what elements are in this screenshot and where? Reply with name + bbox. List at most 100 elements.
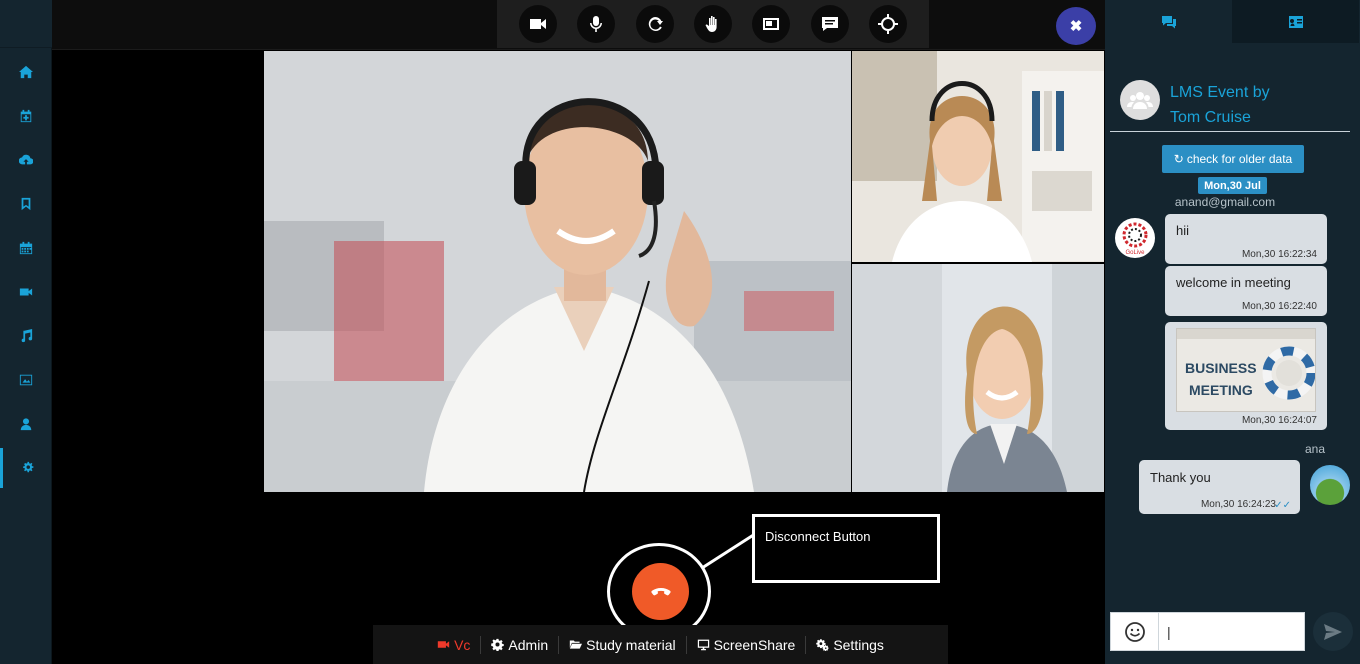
tab-participants[interactable] (1232, 0, 1359, 43)
group-users-icon (1127, 92, 1153, 109)
bottom-tab-admin[interactable]: Admin (481, 635, 560, 654)
raise-hand-icon (705, 16, 717, 32)
sidebar-item-image[interactable] (0, 360, 52, 400)
video-icon (19, 288, 33, 296)
avatar (1310, 465, 1350, 505)
send-icon (1324, 623, 1342, 640)
emoji-button[interactable] (1111, 613, 1159, 650)
sidebar-item-bookmark[interactable] (0, 184, 52, 224)
participant-video-tile-2[interactable] (852, 264, 1104, 492)
participant-video-woman-headset (852, 51, 1104, 262)
send-button[interactable] (1313, 612, 1353, 651)
golive-logo-text: GoLive (1125, 250, 1145, 256)
message-text: hii (1176, 223, 1190, 238)
chat-title: LMS Event by Tom Cruise (1170, 80, 1340, 130)
picture-in-picture-icon (763, 18, 780, 30)
sender-email: anand@gmail.com (1174, 195, 1276, 209)
bottom-tab-screenshare[interactable]: ScreenShare (687, 635, 807, 654)
disconnect-button[interactable] (632, 563, 689, 620)
cogs-icon (22, 461, 33, 473)
chat-message-icon (821, 17, 838, 31)
sidebar-item-music[interactable] (0, 316, 52, 356)
cogs-icon (816, 639, 829, 651)
refresh-icon: ↻ (1173, 152, 1184, 166)
bottom-tab-settings[interactable]: Settings (806, 636, 894, 654)
bottom-tab-study-material-label: Study material (586, 636, 676, 653)
chat-tabs (1105, 0, 1360, 43)
bottom-tab-screenshare-label: ScreenShare (713, 636, 796, 653)
image-icon (19, 374, 33, 386)
close-button[interactable]: ✖ (1056, 7, 1096, 45)
bookmark-icon (21, 197, 31, 211)
participant-video-tile-1[interactable] (852, 51, 1104, 262)
monitor-icon (697, 639, 709, 651)
read-receipt-icon: ✓✓ (1274, 500, 1291, 511)
disconnect-callout-label: Disconnect Button (752, 514, 940, 583)
date-separator: Mon,30 Jul (1198, 177, 1267, 194)
calendar-plus-icon (20, 109, 32, 123)
message-text: Thank you (1150, 470, 1211, 485)
bottom-tab-study-material[interactable]: Study material (559, 635, 687, 654)
music-icon (21, 329, 33, 343)
focus-button[interactable] (868, 5, 907, 43)
message-timestamp: Mon,30 16:22:34 (1241, 249, 1317, 260)
smiley-icon (1124, 621, 1145, 642)
contact-card-icon (1288, 15, 1303, 28)
chat-title-line-1: LMS Event by (1170, 84, 1270, 101)
message-input[interactable] (1167, 621, 1297, 643)
video-camera-icon (530, 19, 547, 29)
group-avatar (1120, 80, 1160, 120)
sender-name: ana (1305, 442, 1326, 456)
golive-logo: GoLive (1122, 222, 1148, 256)
sidebar-item-home[interactable] (0, 52, 52, 92)
chat-bubbles-icon (1161, 15, 1176, 28)
message-text: welcome in meeting (1176, 275, 1291, 290)
sidebar-item-calendar-plus[interactable] (0, 96, 52, 136)
chat-image-message[interactable]: BUSINESS MEETING Mon,30 16:24:07 (1165, 322, 1327, 430)
sidebar-item-upload[interactable] (0, 140, 52, 180)
sidebar-item-video[interactable] (0, 272, 52, 312)
chat-title-line-2: Tom Cruise (1170, 109, 1251, 126)
cloud-upload-icon (19, 154, 33, 165)
shared-image[interactable]: BUSINESS MEETING (1176, 328, 1316, 412)
message-timestamp: Mon,30 16:22:40 (1241, 301, 1317, 312)
raise-hand-button[interactable] (693, 5, 732, 43)
tab-chat[interactable] (1105, 0, 1232, 43)
call-toolbar (497, 0, 929, 48)
chat-message[interactable]: hii Mon,30 16:22:34 (1165, 214, 1327, 264)
bottom-tab-admin-label: Admin (508, 636, 549, 653)
chat-toggle-button[interactable] (810, 5, 849, 43)
calendar-icon (19, 241, 33, 255)
chat-header: LMS Event by Tom Cruise (1110, 74, 1350, 132)
business-meeting-image: BUSINESS MEETING (1177, 329, 1315, 411)
sidebar-header (0, 0, 52, 48)
image-caption-line-1: BUSINESS (1185, 360, 1257, 376)
bottom-tab-vc[interactable]: Vc (427, 635, 482, 654)
main-video-tile[interactable] (264, 51, 851, 492)
sidebar-item-calendar[interactable] (0, 228, 52, 268)
load-older-messages-button[interactable]: ↻ check for older data (1162, 145, 1304, 173)
image-caption-line-2: MEETING (1189, 382, 1253, 398)
picture-in-picture-button[interactable] (752, 5, 791, 43)
folder-open-icon (569, 640, 583, 649)
sidebar-item-settings[interactable] (0, 448, 52, 488)
mic-toggle-button[interactable] (577, 5, 616, 43)
bottom-tab-vc-label: Vc (454, 636, 471, 653)
home-icon (19, 65, 33, 79)
refresh-icon (648, 17, 663, 31)
chat-message-own[interactable]: Thank you Mon,30 16:24:23 ✓✓ (1139, 460, 1300, 514)
sidebar-item-user[interactable] (0, 404, 52, 444)
golive-avatar: GoLive (1115, 218, 1155, 258)
chat-message[interactable]: welcome in meeting Mon,30 16:22:40 (1165, 266, 1327, 316)
refresh-button[interactable] (635, 5, 674, 43)
left-sidebar (0, 0, 52, 664)
camera-toggle-button[interactable] (519, 5, 558, 43)
bottom-nav-bar: Vc Admin Study material ScreenShare Sett… (373, 625, 948, 664)
participant-video-man-headset (264, 51, 851, 492)
hang-up-icon (650, 587, 671, 595)
crosshair-icon (877, 14, 898, 34)
message-timestamp: Mon,30 16:24:07 (1241, 415, 1317, 426)
bottom-tab-settings-label: Settings (833, 636, 884, 653)
callout-connector (701, 532, 756, 570)
microphone-icon (590, 16, 603, 32)
